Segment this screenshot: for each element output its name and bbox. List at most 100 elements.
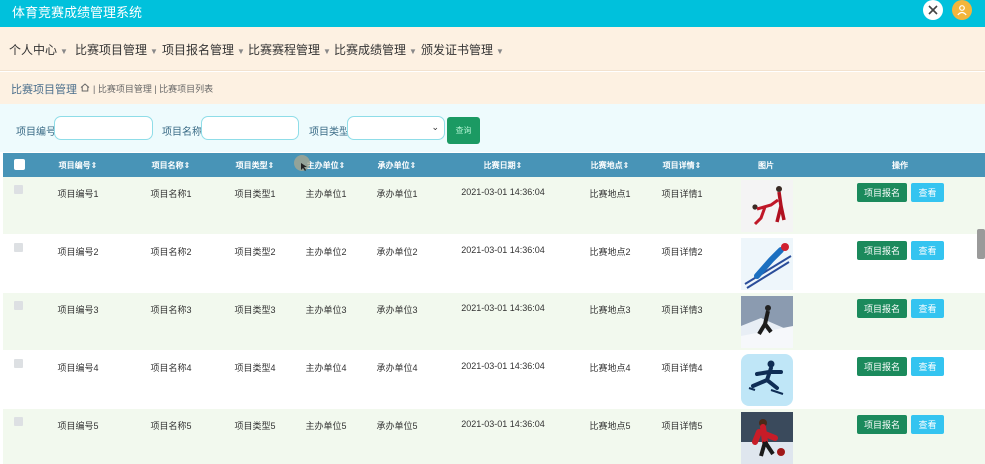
cell-host: 主办单位2 <box>305 247 347 257</box>
cell-place: 比赛地点3 <box>589 305 631 315</box>
nav-item-projects[interactable]: 比赛项目管理 ▼ <box>75 41 158 58</box>
cell-detail: 项目详情4 <box>661 363 703 373</box>
header-actions: 操作 <box>892 161 908 170</box>
view-button[interactable]: 查看 <box>911 241 944 260</box>
header-host[interactable]: 主办单位⇕ <box>307 160 346 171</box>
nav-item-schedule[interactable]: 比赛赛程管理 ▼ <box>248 41 331 58</box>
top-header: 体育竞赛成绩管理系统 <box>0 0 985 27</box>
chevron-down-icon: ▼ <box>409 47 417 56</box>
header-detail[interactable]: 项目详情⇕ <box>663 160 702 171</box>
header-type[interactable]: 项目类型⇕ <box>236 160 275 171</box>
nav-item-certificates[interactable]: 颁发证书管理 ▼ <box>421 41 504 58</box>
cell-type: 项目类型1 <box>234 189 276 199</box>
project-image <box>741 354 793 406</box>
apply-button[interactable]: 项目报名 <box>857 357 907 376</box>
cell-name: 项目名称2 <box>150 247 192 257</box>
search-label-name: 项目名称 <box>162 127 202 138</box>
cell-organizer: 承办单位2 <box>376 247 418 257</box>
chevron-down-icon: ▼ <box>237 47 245 56</box>
main-nav: 个人中心 ▼ 比赛项目管理 ▼ 项目报名管理 ▼ 比赛赛程管理 ▼ 比赛成绩管理 ▼ 颁发… <box>0 27 985 71</box>
row-checkbox[interactable] <box>14 301 23 310</box>
cell-id: 项目编号5 <box>57 421 99 431</box>
search-input-name[interactable] <box>201 116 299 140</box>
apply-button[interactable]: 项目报名 <box>857 241 907 260</box>
row-checkbox[interactable] <box>14 359 23 368</box>
close-x-icon[interactable] <box>923 0 943 20</box>
row-checkbox[interactable] <box>14 417 23 426</box>
cell-organizer: 承办单位1 <box>376 189 418 199</box>
apply-button[interactable]: 项目报名 <box>857 299 907 318</box>
cell-date: 2021-03-01 14:36:04 <box>461 361 545 371</box>
mouse-cursor-indicator <box>294 155 310 171</box>
table-header: 项目编号⇕ 项目名称⇕ 项目类型⇕ 主办单位⇕ 承办单位⇕ 比赛日期⇕ 比赛地点… <box>3 153 985 177</box>
table-row: 项目编号4 项目名称4 项目类型4 主办单位4 承办单位4 2021-03-01… <box>3 351 985 408</box>
cell-organizer: 承办单位4 <box>376 363 418 373</box>
cell-organizer: 承办单位3 <box>376 305 418 315</box>
cell-name: 项目名称1 <box>150 189 192 199</box>
search-button[interactable]: 查询 <box>447 117 480 144</box>
project-image <box>741 296 793 348</box>
cell-name: 项目名称5 <box>150 421 192 431</box>
table-row: 项目编号5 项目名称5 项目类型5 主办单位5 承办单位5 2021-03-01… <box>3 409 985 464</box>
cell-id: 项目编号3 <box>57 305 99 315</box>
view-button[interactable]: 查看 <box>911 299 944 318</box>
cell-place: 比赛地点1 <box>589 189 631 199</box>
page-title: 比赛项目管理 <box>11 84 77 96</box>
cell-id: 项目编号1 <box>57 189 99 199</box>
chevron-down-icon: ▼ <box>60 47 68 56</box>
cell-host: 主办单位3 <box>305 305 347 315</box>
breadcrumb-trail: | 比赛项目管理 | 比赛项目列表 <box>80 82 213 95</box>
cell-name: 项目名称3 <box>150 305 192 315</box>
apply-button[interactable]: 项目报名 <box>857 415 907 434</box>
home-icon[interactable] <box>80 83 90 94</box>
cell-place: 比赛地点4 <box>589 363 631 373</box>
select-all-checkbox[interactable] <box>14 159 25 170</box>
header-place[interactable]: 比赛地点⇕ <box>591 160 630 171</box>
nav-item-registration[interactable]: 项目报名管理 ▼ <box>162 41 245 58</box>
apply-button[interactable]: 项目报名 <box>857 183 907 202</box>
cell-detail: 项目详情1 <box>661 189 703 199</box>
search-label-type: 项目类型 <box>309 127 349 138</box>
search-select-type[interactable]: ⌄ <box>347 116 445 140</box>
cell-id: 项目编号2 <box>57 247 99 257</box>
cell-date: 2021-03-01 14:36:04 <box>461 245 545 255</box>
row-checkbox[interactable] <box>14 185 23 194</box>
chevron-down-icon: ⌄ <box>431 122 439 132</box>
header-date[interactable]: 比赛日期⇕ <box>484 160 523 171</box>
cell-type: 项目类型2 <box>234 247 276 257</box>
cell-detail: 项目详情3 <box>661 305 703 315</box>
view-button[interactable]: 查看 <box>911 415 944 434</box>
scrollbar-thumb[interactable] <box>977 229 985 259</box>
header-organizer[interactable]: 承办单位⇕ <box>378 160 417 171</box>
header-image: 图片 <box>758 161 774 170</box>
cell-type: 项目类型3 <box>234 305 276 315</box>
cell-host: 主办单位1 <box>305 189 347 199</box>
cell-detail: 项目详情2 <box>661 247 703 257</box>
nav-item-personal[interactable]: 个人中心 ▼ <box>9 41 68 58</box>
chevron-down-icon: ▼ <box>323 47 331 56</box>
table-row: 项目编号1 项目名称1 项目类型1 主办单位1 承办单位1 2021-03-01… <box>3 177 985 234</box>
table-row: 项目编号2 项目名称2 项目类型2 主办单位2 承办单位2 2021-03-01… <box>3 235 985 292</box>
user-avatar-icon[interactable] <box>952 0 972 20</box>
view-button[interactable]: 查看 <box>911 183 944 202</box>
cell-date: 2021-03-01 14:36:04 <box>461 419 545 429</box>
app-title: 体育竞赛成绩管理系统 <box>12 5 143 20</box>
cell-date: 2021-03-01 14:36:04 <box>461 187 545 197</box>
breadcrumb: 比赛项目管理 | 比赛项目管理 | 比赛项目列表 <box>0 72 985 104</box>
search-bar: 项目编号 项目名称 项目类型 ⌄ <box>0 104 985 152</box>
header-id[interactable]: 项目编号⇕ <box>59 160 98 171</box>
cell-detail: 项目详情5 <box>661 421 703 431</box>
chevron-down-icon: ▼ <box>496 47 504 56</box>
header-name[interactable]: 项目名称⇕ <box>152 160 191 171</box>
nav-item-results[interactable]: 比赛成绩管理 ▼ <box>334 41 417 58</box>
cell-organizer: 承办单位5 <box>376 421 418 431</box>
cell-host: 主办单位4 <box>305 363 347 373</box>
row-checkbox[interactable] <box>14 243 23 252</box>
cell-place: 比赛地点2 <box>589 247 631 257</box>
search-input-id[interactable] <box>54 116 153 140</box>
chevron-down-icon: ▼ <box>150 47 158 56</box>
table-row: 项目编号3 项目名称3 项目类型3 主办单位3 承办单位3 2021-03-01… <box>3 293 985 350</box>
cell-host: 主办单位5 <box>305 421 347 431</box>
view-button[interactable]: 查看 <box>911 357 944 376</box>
cell-type: 项目类型5 <box>234 421 276 431</box>
